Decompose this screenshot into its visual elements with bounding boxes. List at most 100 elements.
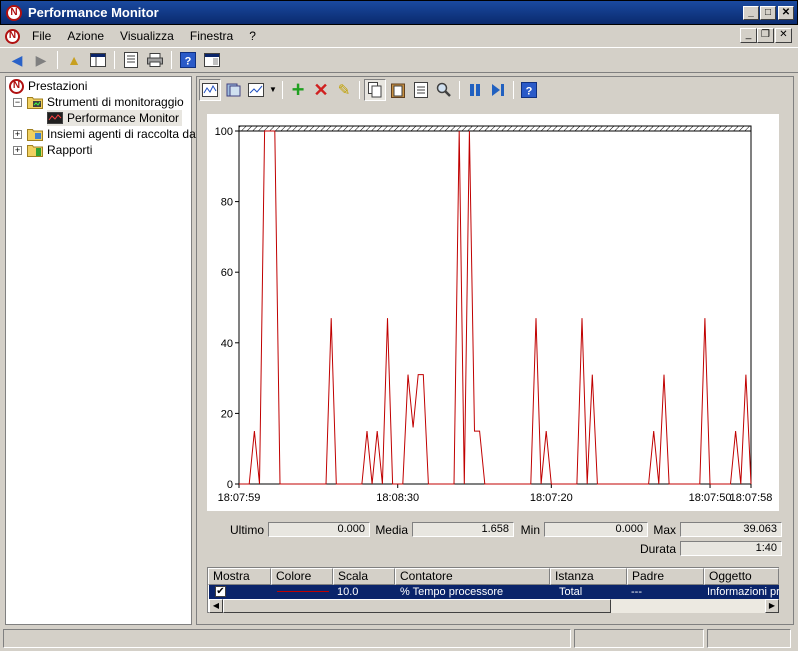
paste-counter-list-icon[interactable] — [387, 79, 409, 101]
tree-item-label: Strumenti di monitoraggio — [47, 95, 184, 109]
column-header-istanza[interactable]: Istanza — [550, 568, 627, 585]
expand-icon[interactable]: + — [13, 129, 22, 139]
tree-item-label: Insiemi agenti di raccolta dati — [47, 127, 202, 141]
toolbar-separator — [171, 51, 172, 69]
x-tick-label: 18:07:58 — [730, 492, 773, 504]
y-tick-label: 80 — [221, 197, 233, 209]
scroll-left-arrow-icon[interactable]: ◀ — [209, 599, 223, 613]
tree-item-strumenti-monitoraggio[interactable]: − Strumenti di monitoraggio — [13, 94, 184, 110]
update-data-icon[interactable] — [487, 79, 509, 101]
menu-file[interactable]: File — [24, 29, 59, 43]
durata-label: Durata — [639, 542, 676, 556]
horizontal-scrollbar[interactable]: ◀ ▶ — [209, 599, 779, 613]
document-icon[interactable]: N — [5, 28, 20, 44]
performance-graph[interactable]: 0 20 40 60 80 100 18:07:59 18:08:30 18:07:20 18:… — [207, 114, 779, 511]
folder-monitor-icon — [27, 95, 43, 109]
back-arrow-icon[interactable]: ◀ — [6, 49, 28, 71]
column-header-mostra[interactable]: Mostra — [208, 568, 271, 585]
close-button[interactable]: ✕ — [778, 6, 794, 20]
show-hide-tree-icon[interactable] — [87, 49, 109, 71]
column-header-colore[interactable]: Colore — [271, 568, 333, 585]
menu-help[interactable]: ? — [241, 29, 264, 43]
help-icon[interactable]: ? — [518, 79, 540, 101]
status-panel-main — [3, 629, 571, 648]
mdi-close-button[interactable]: ✕ — [775, 28, 792, 43]
scroll-right-arrow-icon[interactable]: ▶ — [765, 599, 779, 613]
mdi-minimize-button[interactable]: _ — [740, 28, 757, 43]
perfmon-toolbar: ▼ + ✕ ✎ ? — [197, 77, 793, 103]
tree-item-label: Performance Monitor — [67, 111, 180, 125]
color-swatch-line — [277, 591, 329, 592]
properties-icon[interactable] — [120, 49, 142, 71]
column-header-contatore[interactable]: Contatore — [395, 568, 550, 585]
min-value: 0.000 — [544, 522, 648, 537]
properties-icon[interactable] — [410, 79, 432, 101]
tree-item-label: Rapporti — [47, 143, 93, 157]
copy-properties-icon[interactable] — [364, 79, 386, 101]
tree-item-prestazioni[interactable]: N Prestazioni — [9, 78, 87, 94]
toolbar-separator — [57, 51, 58, 69]
help-icon[interactable]: ? — [177, 49, 199, 71]
delete-counter-icon[interactable]: ✕ — [310, 79, 332, 101]
parent-cell: --- — [631, 586, 642, 598]
line-chart: 0 20 40 60 80 100 18:07:59 18:08:30 18:07:20 18:… — [215, 125, 773, 504]
chart-monitor-icon — [47, 111, 63, 125]
tree-item-insiemi-agenti[interactable]: + Insiemi agenti di raccolta dati — [13, 126, 202, 142]
toolbar-separator — [359, 81, 360, 99]
scrollbar-thumb[interactable] — [223, 599, 611, 613]
window-title: Performance Monitor — [28, 5, 159, 20]
instance-cell: Total — [559, 586, 583, 598]
collapse-icon[interactable]: − — [13, 97, 22, 107]
title-bar: N Performance Monitor _ □ ✕ — [0, 0, 798, 25]
media-value: 1.658 — [412, 522, 514, 537]
y-tick-label: 100 — [215, 126, 233, 138]
x-tick-label: 18:07:59 — [218, 492, 261, 504]
view-log-data-icon[interactable] — [222, 79, 244, 101]
menu-finestra[interactable]: Finestra — [182, 29, 241, 43]
column-header-scala[interactable]: Scala — [333, 568, 395, 585]
forward-arrow-icon[interactable]: ▶ — [30, 49, 52, 71]
status-bar — [0, 627, 798, 651]
ultimo-value: 0.000 — [268, 522, 370, 537]
mmc-view-icon[interactable] — [201, 49, 223, 71]
column-header-oggetto[interactable]: Oggetto — [704, 568, 779, 585]
table-row[interactable]: ✔ 10.0 % Tempo processore Total --- Info… — [209, 585, 779, 599]
status-panel-3 — [707, 629, 791, 648]
performance-monitor-app-icon: N — [6, 4, 22, 21]
toolbar-separator — [114, 51, 115, 69]
min-label: Min — [520, 523, 540, 537]
zoom-magnifier-icon[interactable] — [433, 79, 455, 101]
menu-azione[interactable]: Azione — [59, 29, 112, 43]
show-checkbox[interactable]: ✔ — [215, 586, 226, 597]
toolbar-separator — [513, 81, 514, 99]
folder-data-collector-icon — [27, 127, 43, 141]
change-graph-type-icon[interactable] — [245, 79, 267, 101]
mdi-restore-button[interactable]: ❐ — [757, 28, 774, 43]
status-panel-2 — [574, 629, 704, 648]
x-tick-label: 18:07:20 — [530, 492, 573, 504]
expand-icon[interactable]: + — [13, 145, 22, 155]
tree-item-performance-monitor[interactable]: Performance Monitor — [47, 110, 183, 126]
highlight-icon[interactable]: ✎ — [333, 79, 355, 101]
svg-text:?: ? — [185, 56, 192, 68]
plot-area — [238, 130, 752, 485]
view-current-activity-icon[interactable] — [199, 79, 221, 101]
tree-item-rapporti[interactable]: + Rapporti — [13, 142, 92, 158]
scale-cell: 10.0 — [337, 586, 359, 598]
x-tick-label: 18:08:30 — [376, 492, 419, 504]
pause-display-icon[interactable] — [464, 79, 486, 101]
y-tick-label: 60 — [221, 267, 233, 279]
print-icon[interactable] — [144, 49, 166, 71]
column-header-padre[interactable]: Padre — [627, 568, 704, 585]
menu-visualizza[interactable]: Visualizza — [112, 29, 182, 43]
graph-type-dropdown-icon[interactable]: ▼ — [268, 79, 278, 101]
toolbar-separator — [282, 81, 283, 99]
add-counter-icon[interactable]: + — [287, 79, 309, 101]
toolbar-separator — [459, 81, 460, 99]
minimize-button[interactable]: _ — [743, 6, 759, 20]
up-folder-icon[interactable]: ▲ — [63, 49, 85, 71]
console-tree: N Prestazioni − Strumenti di monitoraggi… — [5, 76, 202, 625]
y-tick-label: 0 — [227, 479, 233, 491]
max-label: Max — [653, 523, 676, 537]
maximize-button[interactable]: □ — [760, 6, 776, 20]
